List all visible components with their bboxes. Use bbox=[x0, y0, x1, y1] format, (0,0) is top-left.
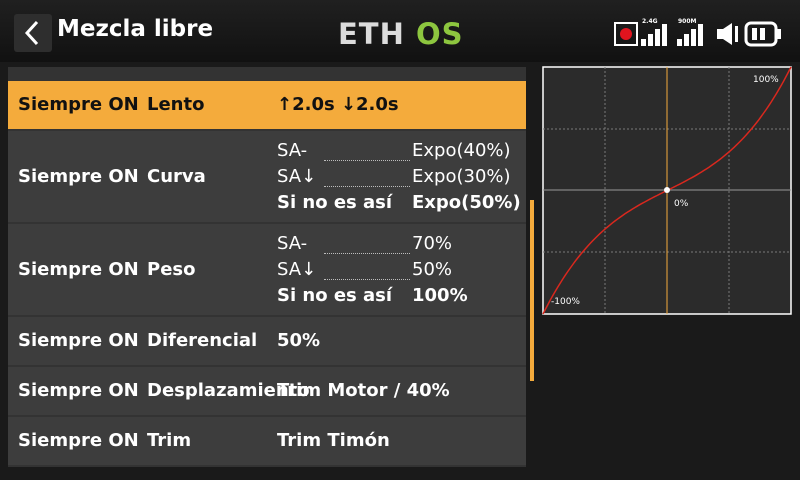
speaker-icon[interactable] bbox=[716, 22, 742, 46]
curve-line-value: Expo(40%) bbox=[412, 140, 511, 161]
graph-center-point bbox=[664, 187, 670, 193]
list-item-trim[interactable]: Siempre ON Trim Trim Timón bbox=[8, 417, 526, 465]
curve-line-label: SA↓ bbox=[277, 166, 317, 187]
graph-label-mid: 0% bbox=[674, 199, 689, 209]
row-value: 50% bbox=[277, 330, 321, 351]
weight-line-label: SA- bbox=[277, 233, 308, 254]
dotted-leader bbox=[324, 186, 410, 187]
weight-line-value: 50% bbox=[412, 259, 453, 280]
scrollbar[interactable] bbox=[530, 200, 534, 381]
dotted-leader bbox=[324, 279, 410, 280]
row-condition: Siempre ON bbox=[18, 94, 139, 115]
chevron-left-icon bbox=[24, 20, 39, 46]
row-value: Trim Timón bbox=[277, 430, 390, 451]
dotted-leader bbox=[324, 160, 410, 161]
list-item-curva[interactable]: Siempre ON Curva SA- Expo(40%) SA↓ Expo(… bbox=[8, 131, 526, 222]
row-name: Lento bbox=[147, 94, 205, 115]
row-condition: Siempre ON bbox=[18, 166, 139, 187]
mix-settings-list: Siempre ON Lento ↑2.0s ↓2.0s Siempre ON … bbox=[8, 67, 526, 467]
row-condition: Siempre ON bbox=[18, 380, 139, 401]
curve-line-label: SA- bbox=[277, 140, 308, 161]
logo-text-right: OS bbox=[416, 18, 464, 48]
signal-bars-icon bbox=[641, 24, 667, 46]
list-item-peso[interactable]: Siempre ON Peso SA- 70% SA↓ 50% Si no es… bbox=[8, 224, 526, 315]
page-title: Mezcla libre bbox=[57, 16, 214, 42]
header-bar: Mezcla libre ETH OS 2.4G 900M bbox=[0, 0, 800, 62]
row-condition: Siempre ON bbox=[18, 430, 139, 451]
rf-900m-label: 900M bbox=[678, 18, 697, 25]
rf-24g-label: 2.4G bbox=[642, 18, 658, 25]
row-condition: Siempre ON bbox=[18, 259, 139, 280]
signal-bars-icon bbox=[677, 24, 703, 46]
record-dot-icon bbox=[614, 22, 638, 46]
row-name: Trim bbox=[147, 430, 192, 451]
graph-label-bottom: -100% bbox=[551, 297, 580, 307]
battery-icon bbox=[744, 21, 781, 47]
back-button[interactable] bbox=[14, 14, 52, 52]
curve-line-value: Expo(50%) bbox=[412, 192, 521, 213]
row-name: Curva bbox=[147, 166, 206, 187]
weight-line-value: 70% bbox=[412, 233, 453, 254]
weight-line-value: 100% bbox=[412, 285, 468, 306]
graph-label-top: 100% bbox=[753, 75, 779, 85]
row-name: Peso bbox=[147, 259, 196, 280]
curve-line-value: Expo(30%) bbox=[412, 166, 511, 187]
list-item-lento[interactable]: Siempre ON Lento ↑2.0s ↓2.0s bbox=[8, 81, 526, 129]
weight-line-label: SA↓ bbox=[277, 259, 317, 280]
row-value: Trim Motor / 40% bbox=[277, 380, 450, 401]
dotted-leader bbox=[324, 253, 410, 254]
list-item-desplazamiento[interactable]: Siempre ON Desplazamiento Trim Motor / 4… bbox=[8, 367, 526, 415]
ethos-logo: ETH OS bbox=[338, 18, 464, 48]
row-name: Diferencial bbox=[147, 330, 258, 351]
row-value: ↑2.0s ↓2.0s bbox=[277, 94, 399, 115]
row-condition: Siempre ON bbox=[18, 330, 139, 351]
curve-graph: 100% 0% -100% bbox=[542, 66, 792, 315]
logo-text-left: ETH bbox=[338, 18, 405, 48]
curve-line-label: Si no es así bbox=[277, 192, 393, 213]
list-item-diferencial[interactable]: Siempre ON Diferencial 50% bbox=[8, 317, 526, 365]
weight-line-label: Si no es así bbox=[277, 285, 393, 306]
